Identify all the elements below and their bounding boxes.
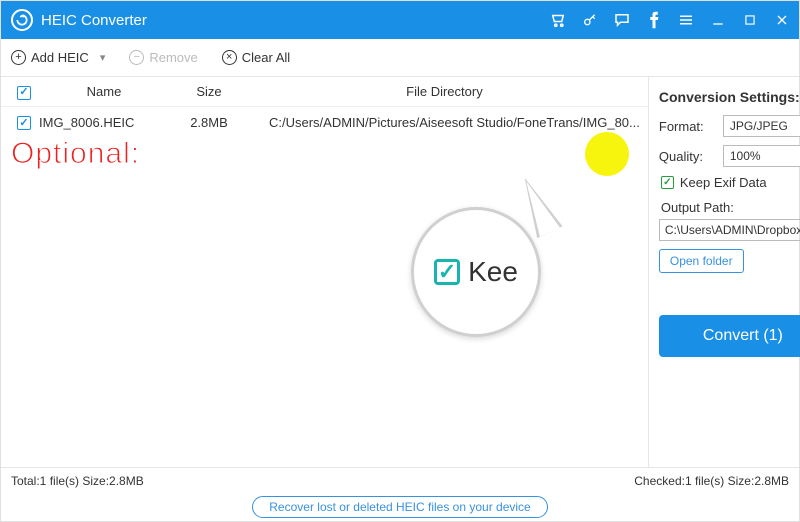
row-size: 2.8MB bbox=[169, 115, 249, 130]
key-icon[interactable] bbox=[581, 11, 599, 29]
facebook-icon[interactable] bbox=[645, 11, 663, 29]
magnified-checkbox-icon bbox=[434, 259, 460, 285]
magnifier: Kee bbox=[411, 207, 541, 337]
recover-link[interactable]: Recover lost or deleted HEIC files on yo… bbox=[252, 496, 547, 518]
plus-icon: + bbox=[11, 50, 26, 65]
open-folder-button[interactable]: Open folder bbox=[659, 249, 744, 273]
toolbar: + Add HEIC ▾ − Remove × Clear All bbox=[1, 39, 799, 77]
output-path-field[interactable]: C:\Users\ADMIN\Dropbox\PC\ bbox=[659, 219, 800, 241]
magnifier-circle: Kee bbox=[411, 207, 541, 337]
cart-icon[interactable] bbox=[549, 11, 567, 29]
row-name: IMG_8006.HEIC bbox=[39, 115, 169, 130]
status-total: Total:1 file(s) Size:2.8MB bbox=[11, 474, 144, 488]
menu-icon[interactable] bbox=[677, 11, 695, 29]
optional-annotation: Optional: bbox=[11, 137, 140, 171]
app-title: HEIC Converter bbox=[41, 12, 147, 29]
maximize-icon[interactable] bbox=[741, 11, 759, 29]
checkbox-checked-icon bbox=[661, 176, 674, 189]
status-checked: Checked:1 file(s) Size:2.8MB bbox=[634, 474, 789, 488]
col-dir: File Directory bbox=[249, 84, 640, 99]
settings-panel: Conversion Settings: Format: JPG/JPEG ▾ … bbox=[649, 77, 800, 467]
keep-exif-checkbox[interactable]: Keep Exif Data bbox=[661, 175, 800, 190]
format-select[interactable]: JPG/JPEG ▾ bbox=[723, 115, 800, 137]
minimize-icon[interactable] bbox=[709, 11, 727, 29]
row-dir: C:/Users/ADMIN/Pictures/Aiseesoft Studio… bbox=[249, 115, 640, 130]
quality-stepper[interactable]: 100% ▲▼ bbox=[723, 145, 800, 167]
add-heic-label: Add HEIC bbox=[31, 50, 89, 65]
status-bar: Total:1 file(s) Size:2.8MB Checked:1 fil… bbox=[1, 467, 799, 493]
clear-all-label: Clear All bbox=[242, 50, 290, 65]
title-icon-group bbox=[549, 11, 791, 29]
file-list-panel: Name Size File Directory IMG_8006.HEIC 2… bbox=[1, 77, 649, 467]
keep-exif-label: Keep Exif Data bbox=[680, 175, 767, 190]
row-checkbox[interactable] bbox=[17, 116, 31, 130]
select-all-checkbox[interactable] bbox=[17, 86, 31, 100]
quality-label: Quality: bbox=[659, 149, 715, 164]
format-value: JPG/JPEG bbox=[730, 119, 788, 133]
table-row[interactable]: IMG_8006.HEIC 2.8MB C:/Users/ADMIN/Pictu… bbox=[1, 107, 648, 137]
x-icon: × bbox=[222, 50, 237, 65]
magnified-text: Kee bbox=[468, 256, 518, 288]
table-header: Name Size File Directory bbox=[1, 77, 648, 107]
quality-value: 100% bbox=[730, 149, 761, 163]
col-size: Size bbox=[169, 84, 249, 99]
settings-title: Conversion Settings: bbox=[659, 89, 800, 105]
add-heic-button[interactable]: + Add HEIC ▾ bbox=[11, 50, 105, 65]
chat-icon[interactable] bbox=[613, 11, 631, 29]
convert-button[interactable]: Convert (1) bbox=[659, 315, 800, 357]
main-area: Name Size File Directory IMG_8006.HEIC 2… bbox=[1, 77, 799, 467]
title-bar: HEIC Converter bbox=[1, 1, 799, 39]
remove-button: − Remove bbox=[129, 50, 197, 65]
output-path-label: Output Path: bbox=[661, 200, 800, 215]
app-logo-icon bbox=[11, 9, 33, 31]
minus-icon: − bbox=[129, 50, 144, 65]
clear-all-button[interactable]: × Clear All bbox=[222, 50, 290, 65]
chevron-down-icon[interactable]: ▾ bbox=[100, 51, 106, 64]
close-icon[interactable] bbox=[773, 11, 791, 29]
col-name: Name bbox=[39, 84, 169, 99]
remove-label: Remove bbox=[149, 50, 197, 65]
format-label: Format: bbox=[659, 119, 715, 134]
output-path-value: C:\Users\ADMIN\Dropbox\PC\ bbox=[665, 223, 800, 237]
bottom-banner: Recover lost or deleted HEIC files on yo… bbox=[1, 493, 799, 521]
